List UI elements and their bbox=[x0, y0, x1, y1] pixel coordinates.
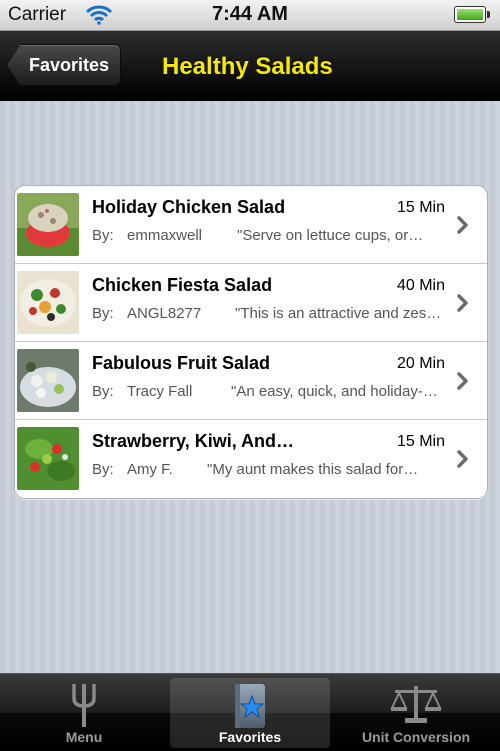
back-button[interactable]: Favorites bbox=[7, 44, 121, 86]
star-icon bbox=[235, 684, 265, 728]
tab-label: Menu bbox=[65, 729, 103, 745]
recipe-row[interactable]: Fabulous Fruit Salad 20 Min By: Tracy Fa… bbox=[15, 342, 487, 420]
recipe-thumbnail bbox=[17, 193, 79, 256]
scale-icon bbox=[390, 686, 442, 723]
recipe-title: Strawberry, Kiwi, And… bbox=[92, 431, 295, 451]
recipe-title: Fabulous Fruit Salad bbox=[92, 353, 271, 373]
chevron-right-icon bbox=[457, 450, 468, 468]
recipe-title: Holiday Chicken Salad bbox=[92, 197, 286, 217]
fork-icon bbox=[72, 684, 96, 727]
page-title: Healthy Salads bbox=[162, 53, 333, 80]
by-label: By: bbox=[92, 305, 114, 322]
recipe-description: "Serve on lettuce cups, or… bbox=[237, 227, 424, 244]
recipe-thumbnail bbox=[17, 349, 79, 412]
by-label: By: bbox=[92, 383, 114, 400]
chevron-right-icon bbox=[457, 216, 468, 234]
tab-bar: Menu Favorites Unit Conversion bbox=[0, 673, 500, 751]
chevron-right-icon bbox=[457, 372, 468, 390]
recipe-thumbnail bbox=[17, 427, 79, 490]
recipe-description: "An easy, quick, and holiday-… bbox=[231, 383, 438, 400]
content-area: Holiday Chicken Salad 15 Min By: emmaxwe… bbox=[0, 101, 500, 673]
recipe-title: Chicken Fiesta Salad bbox=[92, 275, 273, 295]
navigation-bar: Favorites Healthy Salads bbox=[0, 31, 500, 101]
chevron-right-icon bbox=[457, 294, 468, 312]
tab-label: Unit Conversion bbox=[361, 729, 471, 745]
recipe-list: Holiday Chicken Salad 15 Min By: emmaxwe… bbox=[14, 185, 488, 499]
battery-icon bbox=[454, 6, 490, 23]
tab-menu[interactable]: Menu bbox=[4, 678, 164, 748]
recipe-author: Amy F. bbox=[127, 461, 173, 478]
recipe-author: emmaxwell bbox=[127, 227, 203, 244]
recipe-time: 15 Min bbox=[396, 433, 445, 450]
recipe-time: 40 Min bbox=[396, 277, 445, 294]
recipe-time: 15 Min bbox=[396, 199, 445, 216]
recipe-row[interactable]: Chicken Fiesta Salad 40 Min By: ANGL8277… bbox=[15, 264, 487, 342]
tab-favorites[interactable]: Favorites bbox=[170, 678, 330, 748]
recipe-row[interactable]: Strawberry, Kiwi, And… 15 Min By: Amy F.… bbox=[15, 420, 487, 497]
recipe-row[interactable]: Holiday Chicken Salad 15 Min By: emmaxwe… bbox=[15, 186, 487, 264]
tab-label: Favorites bbox=[218, 729, 282, 745]
recipe-thumbnail bbox=[17, 271, 79, 334]
recipe-author: Tracy Fall bbox=[127, 383, 193, 400]
by-label: By: bbox=[92, 461, 114, 478]
status-bar: Carrier 7:44 AM bbox=[0, 0, 500, 31]
by-label: By: bbox=[92, 227, 114, 244]
recipe-time: 20 Min bbox=[396, 355, 445, 372]
recipe-description: "My aunt makes this salad for… bbox=[207, 461, 419, 478]
recipe-description: "This is an attractive and zes… bbox=[235, 305, 442, 322]
status-time: 7:44 AM bbox=[212, 3, 288, 25]
recipe-author: ANGL8277 bbox=[127, 305, 202, 322]
back-button-label: Favorites bbox=[28, 54, 110, 75]
tab-unit-conversion[interactable]: Unit Conversion bbox=[336, 678, 496, 748]
